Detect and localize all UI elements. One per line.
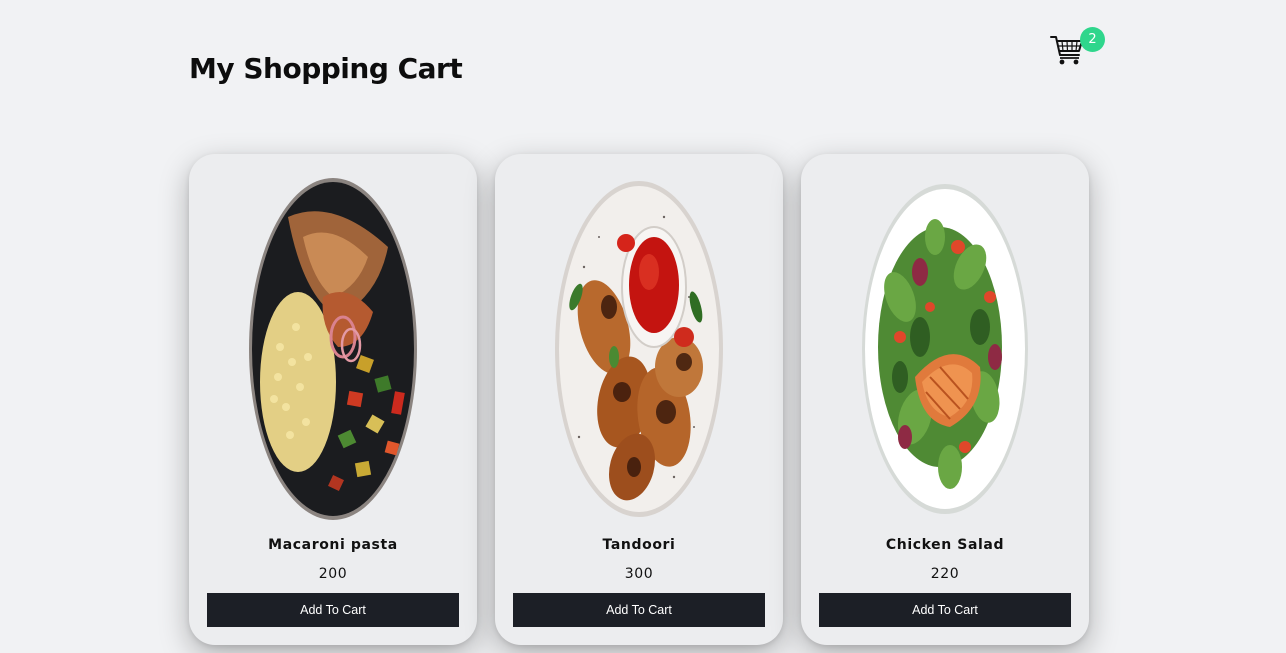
add-to-cart-button[interactable]: Add To Cart bbox=[207, 593, 459, 627]
product-name: Macaroni pasta bbox=[268, 537, 398, 553]
cart-button[interactable]: 2 bbox=[1050, 26, 1110, 70]
add-to-cart-button[interactable]: Add To Cart bbox=[513, 593, 765, 627]
product-price: 220 bbox=[930, 566, 960, 582]
product-price: 200 bbox=[318, 566, 348, 582]
chicken-salad-image bbox=[862, 184, 1028, 514]
shopping-cart-page: My Shopping Cart 2 Macaroni pasta 200 Ad… bbox=[0, 0, 1286, 653]
product-card: Tandoori 300 Add To Cart bbox=[495, 154, 783, 645]
product-card: Chicken Salad 220 Add To Cart bbox=[801, 154, 1089, 645]
page-title: My Shopping Cart bbox=[189, 52, 463, 85]
add-to-cart-button[interactable]: Add To Cart bbox=[819, 593, 1071, 627]
cart-count-badge: 2 bbox=[1080, 27, 1105, 52]
product-name: Chicken Salad bbox=[885, 537, 1005, 553]
product-name: Tandoori bbox=[602, 537, 676, 553]
product-price: 300 bbox=[624, 566, 654, 582]
shopping-cart-icon bbox=[1050, 36, 1083, 65]
macaroni-pasta-image bbox=[249, 178, 417, 520]
tandoori-image bbox=[555, 181, 723, 517]
product-card: Macaroni pasta 200 Add To Cart bbox=[189, 154, 477, 645]
